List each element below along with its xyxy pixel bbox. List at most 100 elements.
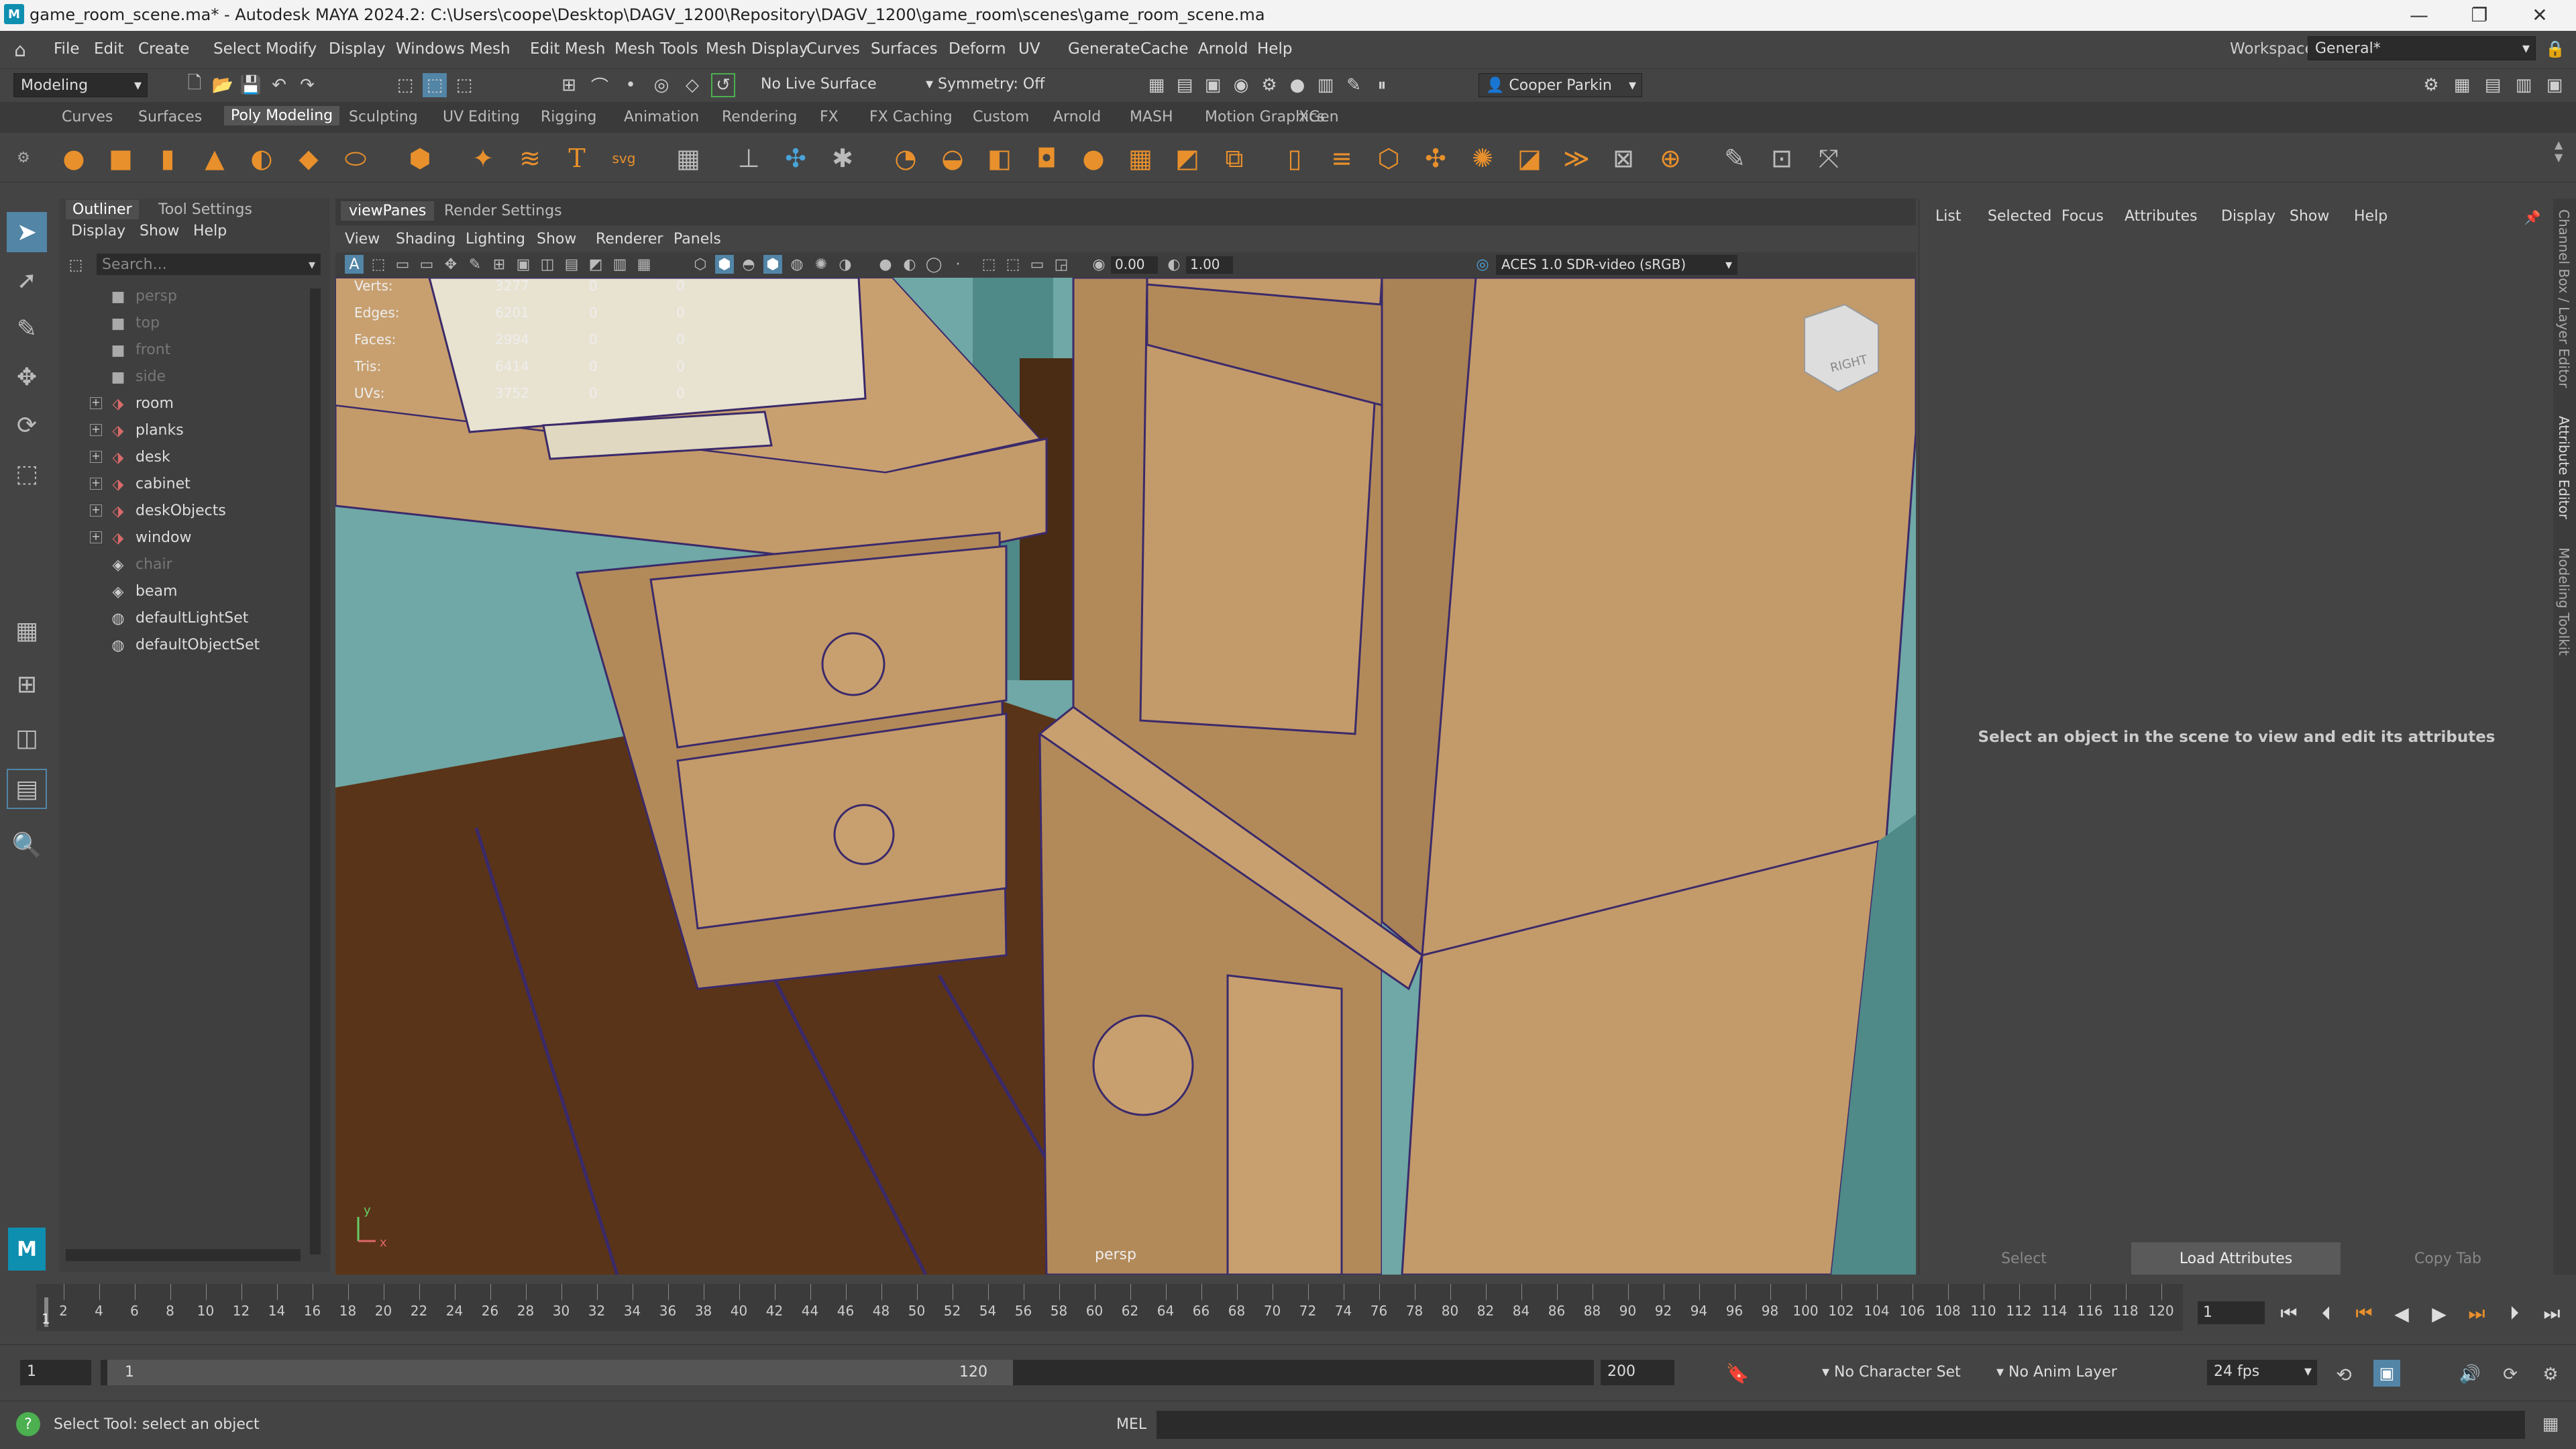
load-attributes-button[interactable]: Load Attributes: [2131, 1242, 2341, 1275]
shelf-tab-fx-caching[interactable]: FX Caching: [869, 109, 953, 125]
poly-plane-icon[interactable]: ◆: [291, 142, 326, 174]
tab-attribute-editor[interactable]: Attribute Editor: [2556, 416, 2572, 519]
menu-help[interactable]: Help: [1257, 40, 1292, 58]
snap-live-icon[interactable]: ↺: [711, 73, 735, 97]
isolate-select-icon[interactable]: ⬚: [979, 255, 998, 274]
connect-icon[interactable]: ✣: [1418, 142, 1453, 174]
copy-tab-button[interactable]: Copy Tab: [2343, 1242, 2553, 1275]
film-gate-icon[interactable]: ▣: [514, 255, 533, 274]
planar-map-icon[interactable]: ⊡: [1764, 142, 1799, 174]
shelf-tab-xgen[interactable]: XGen: [1299, 109, 1339, 125]
filter-icon[interactable]: ⬚: [66, 255, 86, 275]
shelf-options-icon[interactable]: ⚙: [13, 136, 34, 180]
poly-cylinder-icon[interactable]: ▮: [150, 142, 185, 174]
end-time-field[interactable]: 200: [1601, 1360, 1674, 1385]
safe-action-icon[interactable]: ▥: [610, 255, 629, 274]
tab-channel-box[interactable]: Channel Box / Layer Editor: [2556, 209, 2572, 388]
viewport-menu-renderer[interactable]: Renderer: [596, 231, 663, 248]
bevel-icon[interactable]: ▦: [1123, 142, 1158, 174]
edge-loop-icon[interactable]: ✺: [1465, 142, 1500, 174]
shelf-tab-sculpting[interactable]: Sculpting: [349, 109, 418, 125]
uv-editor-icon[interactable]: ✎: [1717, 142, 1752, 174]
menu-edit-mesh[interactable]: Edit Mesh: [530, 40, 605, 58]
poly-sphere-icon[interactable]: ●: [56, 142, 91, 174]
shelf-tab-fx[interactable]: FX: [820, 109, 839, 125]
outliner-vscroll[interactable]: [310, 288, 321, 1254]
bookmark-add-icon[interactable]: 🔖: [1724, 1360, 1751, 1387]
outliner-item-defaultobjectset[interactable]: ◍ defaultObjectSet: [66, 632, 314, 659]
tool-settings-icon[interactable]: ▥: [2512, 73, 2536, 97]
textured-icon[interactable]: ◍: [788, 255, 806, 274]
anim-layer-dropdown[interactable]: ▾ No Anim Layer: [1996, 1364, 2117, 1381]
open-scene-icon[interactable]: 📂: [211, 73, 235, 97]
timeline-ticks[interactable]: 1 2 4 6 8 10 12 14 16 18 20 22 24 26 28 30 32 34 36 38 40 42…: [36, 1284, 2183, 1331]
select-button[interactable]: Select: [1919, 1242, 2129, 1275]
start-time-field[interactable]: 1: [20, 1360, 91, 1385]
light-editor-icon[interactable]: ✎: [1342, 73, 1366, 97]
menu-windows[interactable]: Windows: [396, 40, 465, 58]
menu-generate[interactable]: Generate: [1068, 40, 1140, 58]
menu-edit[interactable]: Edit: [94, 40, 124, 58]
menu-uv[interactable]: UV: [1018, 40, 1040, 58]
combine-icon[interactable]: ⊥: [731, 142, 766, 174]
outliner-item-front[interactable]: ■ front: [66, 337, 314, 364]
use-all-lights-icon[interactable]: ✺: [812, 255, 830, 274]
script-editor-icon[interactable]: ▦: [2538, 1412, 2563, 1436]
exposure-field[interactable]: 0.00: [1111, 256, 1158, 274]
character-set-dropdown[interactable]: ▾ No Character Set: [1822, 1364, 1961, 1381]
rotate-tool-icon[interactable]: ⟳: [7, 405, 47, 445]
close-icon[interactable]: ✕: [2520, 1, 2560, 28]
tab-modeling-toolkit[interactable]: Modeling Toolkit: [2556, 547, 2572, 655]
outliner-item-persp[interactable]: ■ persp: [66, 283, 314, 310]
go-to-end-icon[interactable]: ⏭: [2537, 1299, 2567, 1328]
viewport-tab-render-settings[interactable]: Render Settings: [436, 201, 570, 221]
gamma-icon[interactable]: ◐: [1165, 255, 1183, 274]
snap-surface-icon[interactable]: ◇: [680, 73, 704, 97]
quad-draw-icon[interactable]: ◪: [1512, 142, 1547, 174]
select-object-icon[interactable]: ⬚: [423, 73, 447, 97]
help-icon[interactable]: ?: [16, 1412, 40, 1436]
step-back-frame-icon[interactable]: ⏴: [2312, 1299, 2341, 1328]
render-view-icon[interactable]: ▣: [1201, 73, 1225, 97]
hypershade-icon[interactable]: ●: [1285, 73, 1309, 97]
expand-icon[interactable]: +: [90, 451, 102, 463]
shelf-tab-rigging[interactable]: Rigging: [541, 109, 596, 125]
layout-four-icon[interactable]: ⊞: [7, 664, 47, 704]
sidebar-icon[interactable]: ⚙: [2419, 73, 2443, 97]
camera-attributes-icon[interactable]: ⬚: [369, 255, 388, 274]
render-frame-icon[interactable]: ▦: [1144, 73, 1169, 97]
poly-cone-icon[interactable]: ▲: [197, 142, 232, 174]
shelf-tab-mash[interactable]: MASH: [1130, 109, 1173, 125]
minimize-icon[interactable]: —: [2399, 1, 2439, 28]
menu-file[interactable]: File: [54, 40, 80, 58]
outliner-menu-help[interactable]: Help: [193, 223, 227, 239]
super-shape-icon[interactable]: ✦: [466, 142, 500, 174]
user-dropdown[interactable]: 👤 Cooper Parkin ▾: [1479, 73, 1642, 97]
fill-hole-icon[interactable]: ◘: [1029, 142, 1064, 174]
menu-mesh-display[interactable]: Mesh Display: [706, 40, 808, 58]
range-handle[interactable]: [107, 1360, 1013, 1385]
xray-joints-icon[interactable]: ▭: [1028, 255, 1046, 274]
image-plane-icon[interactable]: ▭: [417, 255, 436, 274]
pin-icon[interactable]: 📌: [2523, 208, 2542, 227]
move-tool-icon[interactable]: ✥: [7, 357, 47, 397]
step-forward-key-icon[interactable]: ⏭: [2462, 1299, 2491, 1328]
separate-icon[interactable]: ✣: [778, 142, 813, 174]
auto-key-icon[interactable]: ▣: [2373, 1360, 2400, 1387]
play-forwards-icon[interactable]: ▶: [2424, 1299, 2454, 1328]
select-hierarchy-icon[interactable]: ⬚: [393, 73, 417, 97]
shelf-tab-animation[interactable]: Animation: [624, 109, 699, 125]
menu-curves[interactable]: Curves: [806, 40, 860, 58]
shelf-tab-poly-modeling[interactable]: Poly Modeling: [224, 106, 340, 125]
outliner-item-beam[interactable]: ◈ beam: [66, 578, 314, 605]
ambient-occlusion-icon[interactable]: ●: [876, 255, 895, 274]
auto-map-icon[interactable]: ⤧: [1811, 142, 1846, 174]
lasso-tool-icon[interactable]: ➚: [7, 260, 47, 301]
anti-aliasing-icon[interactable]: ◯: [924, 255, 943, 274]
workspace-dropdown[interactable]: General* ▾: [2308, 36, 2536, 60]
xray-icon[interactable]: ⬚: [1004, 255, 1022, 274]
sound-icon[interactable]: 🔊: [2457, 1361, 2483, 1388]
expand-icon[interactable]: +: [90, 478, 102, 490]
outliner-hscroll[interactable]: [66, 1249, 301, 1261]
viewport-menu-view[interactable]: View: [345, 231, 380, 248]
